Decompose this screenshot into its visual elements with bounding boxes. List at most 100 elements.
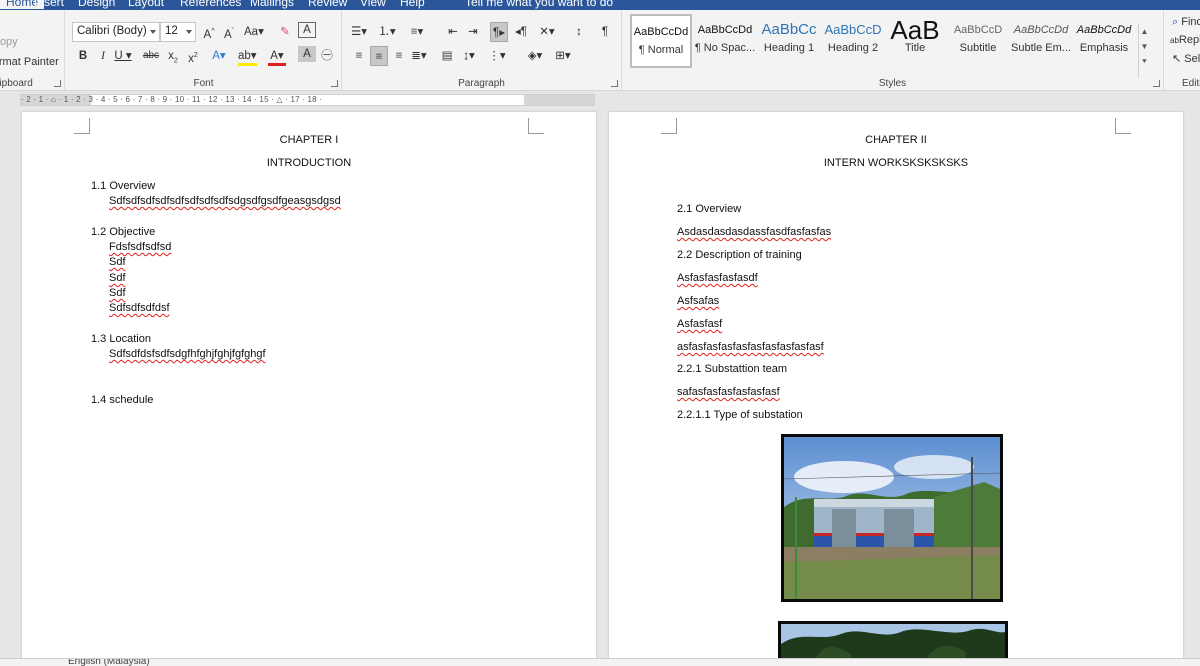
select-button[interactable]: ↖ Select [1172, 52, 1200, 65]
enclose-characters-icon[interactable]: ㊀ [318, 46, 336, 66]
styles-group-label: Styles [878, 78, 907, 89]
list-item: Sdf [109, 272, 126, 284]
replace-label: Replace [1178, 34, 1200, 46]
style-title[interactable]: AaB Title [884, 14, 946, 68]
paragraph-group: ☰▾ ⒈▾ ≡▾ ⇤ ⇥ ¶▸ ◂¶ ✕▾ ↕ ¶ ≡ ≡ ≡ ≣▾ ▤ ↨▾ … [342, 10, 622, 91]
style-sample: AaBbCcD [824, 22, 882, 37]
style-heading-1[interactable]: AaBbCc Heading 1 [758, 14, 820, 68]
style-normal[interactable]: AaBbCcDd ¶ Normal [630, 14, 692, 68]
text-effects-box-icon[interactable]: A [298, 22, 316, 38]
shrink-font-button[interactable]: Aˇ [220, 22, 238, 42]
subscript-button[interactable]: x2 [164, 46, 182, 66]
tab-review[interactable]: Review [308, 0, 347, 9]
body-text: Sdfsdfdsfsdfsdgfhfghjfghjfgfghgf [109, 348, 266, 360]
margin-corner-marker [1115, 118, 1131, 134]
align-right-icon[interactable]: ≡ [390, 46, 408, 66]
style-name: Emphasis [1079, 42, 1129, 54]
paragraph-launcher-icon[interactable] [611, 80, 618, 87]
list-item: Sdf [109, 256, 126, 268]
line-spacing-icon[interactable]: ↨▾ [460, 46, 478, 66]
borders-icon[interactable]: ⊞▾ [554, 46, 572, 66]
body-text: safasfasfasfasfasfasf [677, 386, 780, 398]
styles-launcher-icon[interactable] [1153, 80, 1160, 87]
style-name: Heading 2 [827, 42, 879, 54]
section-heading: 2.1 Overview [677, 203, 742, 215]
section-heading: 1.3 Location [91, 333, 151, 345]
style-subtle-emphasis[interactable]: AaBbCcDd Subtle Em... [1010, 14, 1072, 68]
style-name: Title [904, 42, 926, 54]
styles-gallery-scroll[interactable]: ▲ ▼ ⯆ [1138, 24, 1150, 78]
style-sample: AaBbCc [761, 21, 817, 38]
font-name-dropdown[interactable]: Calibri (Body) [72, 22, 160, 42]
superscript-button[interactable]: x2 [184, 46, 202, 66]
bold-button[interactable]: B [74, 46, 92, 66]
show-formatting-icon[interactable]: ¶ [596, 22, 614, 42]
asian-layout-icon[interactable]: ✕▾ [538, 22, 556, 42]
numbering-icon[interactable]: ⒈▾ [378, 22, 396, 42]
paragraph-group-label: Paragraph [458, 78, 505, 89]
increase-indent-icon[interactable]: ⇥ [464, 22, 482, 42]
decrease-indent-icon[interactable]: ⇤ [444, 22, 462, 42]
style-name: ¶ Normal [638, 44, 684, 56]
find-button[interactable]: ⌕ Find [1172, 16, 1200, 29]
text-effects-icon[interactable]: A▾ [210, 46, 228, 66]
tab-layout[interactable]: Layout [128, 0, 164, 9]
style-no-spacing[interactable]: AaBbCcDd ¶ No Spac... [694, 14, 756, 68]
italic-button[interactable]: I [94, 46, 112, 66]
bullets-icon[interactable]: ☰▾ [350, 22, 368, 42]
ltr-direction-icon[interactable]: ¶▸ [490, 22, 508, 42]
justify-icon[interactable]: ≣▾ [410, 46, 428, 66]
distributed-icon[interactable]: ▤ [438, 46, 456, 66]
chapter-heading: CHAPTER II [865, 134, 927, 146]
body-text: Asfasfasfasfasdf [677, 272, 758, 284]
tab-view[interactable]: View [360, 0, 386, 9]
change-case-button[interactable]: Aa▾ [244, 22, 264, 42]
section-heading: 2.2.1.1 Type of substation [677, 409, 803, 421]
style-sample: AaBbCcDd [697, 24, 753, 36]
shading-icon[interactable]: ◈▾ [526, 46, 544, 66]
ribbon-tab-bar: Home Insert Design Layout References Mai… [0, 0, 1200, 10]
font-size-dropdown[interactable]: 12 [160, 22, 196, 42]
align-left-icon[interactable]: ≡ [350, 46, 368, 66]
font-color-icon[interactable]: A▾ [268, 46, 286, 66]
tab-mailings[interactable]: Mailings [250, 0, 294, 9]
clipboard-launcher-icon[interactable] [54, 80, 61, 87]
align-center-icon[interactable]: ≡ [370, 46, 388, 66]
copy-button[interactable]: Copy [0, 36, 18, 48]
font-launcher-icon[interactable] [331, 80, 338, 87]
tab-help[interactable]: Help [400, 0, 425, 9]
sort-icon[interactable]: ↕ [570, 22, 588, 42]
grow-font-button[interactable]: A^ [200, 22, 218, 42]
margin-corner-marker [528, 118, 544, 134]
tab-references[interactable]: References [180, 0, 241, 9]
tell-me-search[interactable]: Tell me what you want to do [465, 0, 613, 9]
language-indicator[interactable]: English (Malaysia) [68, 659, 150, 666]
style-subtitle[interactable]: AaBbCcD Subtitle [947, 14, 1009, 68]
format-painter-button[interactable]: Format Painter [0, 56, 59, 68]
section-heading: 2.2.1 Substattion team [677, 363, 788, 375]
body-text: Asdasdasdasdassfasdfasfasfas [677, 226, 832, 238]
tab-insert[interactable]: Insert [34, 0, 64, 9]
highlight-color-icon[interactable]: ab▾ [238, 46, 257, 66]
document-page-1[interactable]: CHAPTER I INTRODUCTION 1.1 Overview Sdfs… [22, 112, 596, 666]
underline-button[interactable]: U ▾ [114, 46, 132, 66]
font-group: Calibri (Body) 12 A^ Aˇ Aa▾ ✎ A B I U ▾ … [66, 10, 342, 91]
rtl-direction-icon[interactable]: ◂¶ [512, 22, 530, 42]
body-text: asfasfasfasfasfasfasfasfasfasf [677, 341, 824, 353]
strikethrough-button[interactable]: abc [142, 46, 160, 66]
character-shading-icon[interactable]: A [298, 46, 316, 62]
body-text: Asfasfasf [677, 318, 723, 330]
clear-formatting-icon[interactable]: ✎ [276, 22, 294, 42]
chapter-title: INTERN WORKSKSKSKSKS [823, 157, 969, 169]
document-page-2[interactable]: CHAPTER II INTERN WORKSKSKSKSKS 2.1 Over… [609, 112, 1183, 666]
multilevel-list-icon[interactable]: ≡▾ [408, 22, 426, 42]
substation-photo-image [784, 437, 1000, 599]
style-name: Heading 1 [763, 42, 815, 54]
style-emphasis[interactable]: AaBbCcDd Emphasis [1073, 14, 1135, 68]
column-icon[interactable]: ⋮▾ [488, 46, 506, 66]
style-heading-2[interactable]: AaBbCcD Heading 2 [822, 14, 884, 68]
horizontal-ruler[interactable]: · 2 · 1 · ⌂ · 1 · 2 · 3 · 4 · 5 · 6 · 7 … [20, 94, 595, 106]
substation-photo[interactable] [781, 434, 1003, 602]
replace-button[interactable]: abReplace [1170, 34, 1200, 46]
tab-design[interactable]: Design [78, 0, 115, 9]
